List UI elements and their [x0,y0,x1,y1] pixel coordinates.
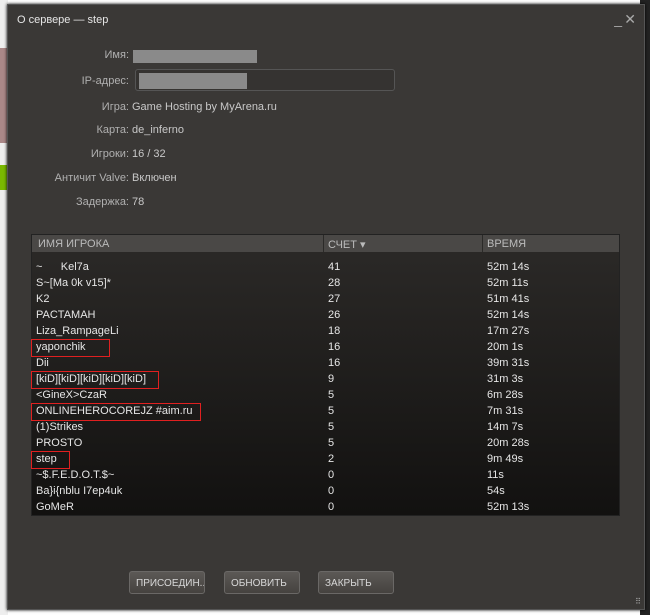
info-label: Игроки: [90,148,129,160]
highlight-box [31,451,70,469]
info-label: Карта: [96,124,130,136]
minimize-button[interactable]: _ [614,11,622,27]
player-score: 27 [328,293,341,305]
table-row[interactable]: (1)Strikes 5 14m 7s [32,420,619,436]
info-label: Игра: [101,101,129,113]
player-time: 7m 31s [487,405,524,417]
player-time: 6m 28s [487,389,524,401]
table-row[interactable]: Liza_RampageLi 18 17m 27s [32,324,619,340]
player-name: ~$.F.E.D.O.T.$~ [36,469,115,481]
player-score: 0 [328,469,335,481]
player-time: 39m 31s [487,357,530,369]
player-time: 31m 3s [487,373,524,385]
col-time[interactable]: ВРЕМЯ [487,238,526,250]
highlight-box [31,371,159,389]
join-button[interactable]: ПРИСОЕДИН... [129,571,205,594]
players-table: ИМЯ ИГРОКА СЧЕТ ▾ ВРЕМЯ ~ Kel7a 41 52m 1… [31,234,620,516]
player-name: S~[Ma 0k v15]* [36,277,111,289]
player-time: 20m 28s [487,437,530,449]
table-row[interactable]: PACTAMAH 26 52m 14s [32,308,619,324]
info-value: Game Hosting by MyArena.ru [132,101,277,113]
player-name: (1)Strikes [36,421,84,433]
info-label: Имя: [104,49,129,61]
player-score: 28 [328,277,341,289]
refresh-button[interactable]: ОБНОВИТЬ [224,571,300,594]
info-label: IP-адрес: [81,75,129,87]
player-score: 5 [328,405,335,417]
player-score: 41 [328,261,341,273]
player-time: 52m 13s [487,501,530,513]
table-row[interactable]: K2 27 51m 41s [32,292,619,308]
player-time: 17m 27s [487,325,530,337]
player-name: Ba}i{nblu I7ep4uk [36,485,123,497]
table-row[interactable]: S~[Ma 0k v15]* 28 52m 11s [32,276,619,292]
player-score: 16 [328,357,341,369]
player-time: 51m 41s [487,293,530,305]
server-name-redacted [133,50,257,63]
table-row[interactable]: PROSTO 5 20m 28s [32,436,619,452]
player-time: 9m 49s [487,453,524,465]
player-time: 52m 14s [487,309,530,321]
player-score: 9 [328,373,335,385]
table-row[interactable]: Ba}i{nblu I7ep4uk 0 54s [32,484,619,500]
table-row[interactable]: step 2 9m 49s [32,452,619,468]
highlight-box [31,339,110,357]
player-time: 11s [487,469,504,481]
player-time: 52m 11s [487,277,529,289]
resize-grip-icon[interactable]: ⠿ [635,597,641,606]
ip-address-field[interactable] [135,69,395,91]
player-score: 0 [328,485,335,497]
player-name: Liza_RampageLi [36,325,119,337]
player-score: 26 [328,309,341,321]
col-player-name[interactable]: ИМЯ ИГРОКА [38,238,109,250]
player-name: GoMeR [36,501,74,513]
player-time: 20m 1s [487,341,524,353]
info-value: Включен [132,172,177,184]
info-value: 16 / 32 [132,148,166,160]
table-row[interactable]: GoMeR 0 52m 13s [32,500,619,516]
player-name: K2 [36,293,50,305]
player-name: <GineX>CzaR [36,389,107,401]
table-row[interactable]: ~$.F.E.D.O.T.$~ 0 11s [32,468,619,484]
player-time: 54s [487,485,505,497]
player-name: PROSTO [36,437,83,449]
table-header: ИМЯ ИГРОКА СЧЕТ ▾ ВРЕМЯ [32,235,619,252]
player-time: 52m 14s [487,261,530,273]
highlight-box [31,403,201,421]
info-value: de_inferno [132,124,184,136]
player-score: 5 [328,389,335,401]
table-row[interactable]: yaponchik 16 20m 1s [32,340,619,356]
col-score[interactable]: СЧЕТ ▾ [328,238,366,251]
info-label: Задержка: [75,196,129,208]
player-score: 5 [328,437,335,449]
server-info-dialog: О сервере — step _ ✕ Имя: IP-адрес: Игра: G… [7,4,645,610]
player-score: 18 [328,325,341,337]
close-icon[interactable]: ✕ [624,11,636,28]
info-value: 78 [132,196,145,208]
table-row[interactable]: <GineX>CzaR 5 6m 28s [32,388,619,404]
close-button[interactable]: ЗАКРЫТЬ [318,571,394,594]
player-score: 16 [328,341,341,353]
table-row[interactable]: Dii 16 39m 31s [32,356,619,372]
player-name: Dii [36,357,49,369]
player-score: 5 [328,421,335,433]
info-label: Античит Valve: [54,172,129,184]
player-score: 2 [328,453,335,465]
player-score: 0 [328,501,335,513]
player-name: ~ Kel7a [36,261,89,273]
player-name: PACTAMAH [36,309,96,321]
window-title: О сервере — step [17,14,109,26]
table-row[interactable]: ~ Kel7a 41 52m 14s [32,260,619,276]
player-time: 14m 7s [487,421,524,433]
